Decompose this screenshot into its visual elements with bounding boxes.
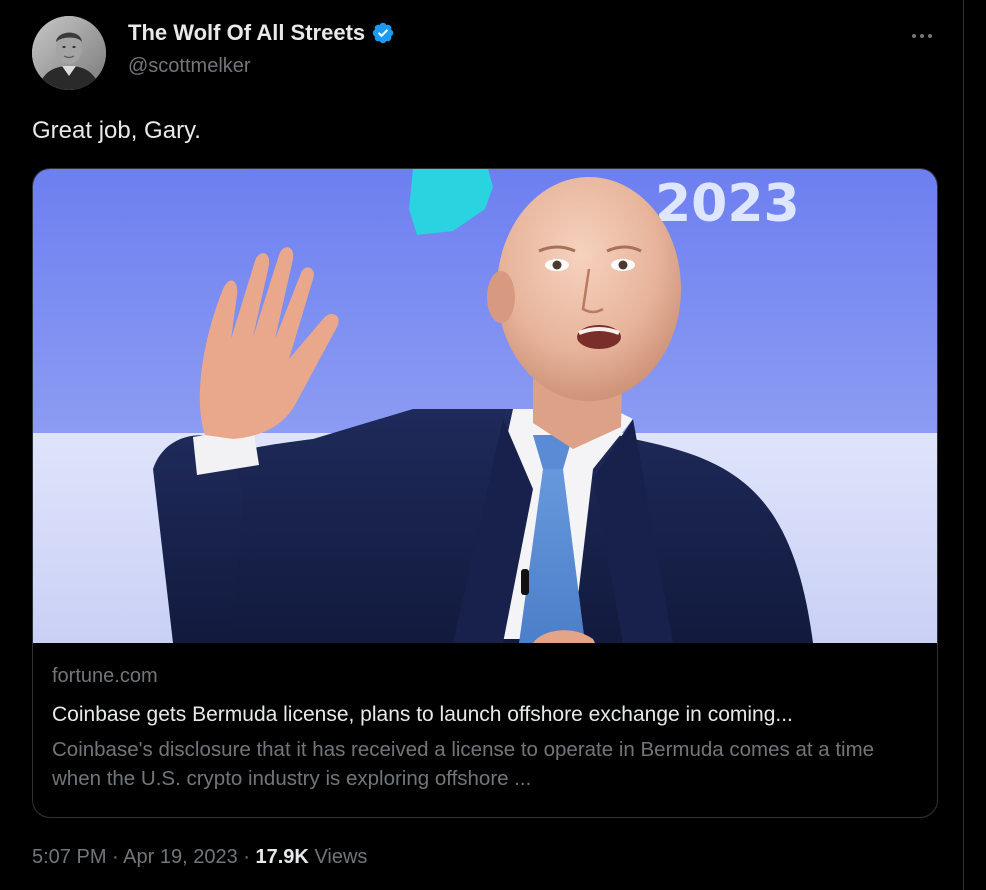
card-domain[interactable]: fortune.com [52,665,158,688]
avatar-image [32,16,106,90]
views-label: Views [314,846,368,868]
banner-year-text: 2023 [655,174,800,234]
more-horizontal-icon[interactable] [906,24,938,48]
link-card[interactable]: 2023 fortune.com Coinbase gets Bermuda l… [32,168,938,818]
author-handle[interactable]: @scottmelker [128,55,251,78]
tweet-text: Great job, Gary. [32,117,201,144]
card-description[interactable]: Coinbase's disclosure that it has receiv… [52,735,912,793]
tweet-date[interactable]: Apr 19, 2023 [123,846,238,868]
card-title[interactable]: Coinbase gets Bermuda license, plans to … [52,703,922,727]
tweet-time[interactable]: 5:07 PM [32,846,106,868]
author-display-name[interactable]: The Wolf Of All Streets [128,20,395,46]
author-name-text[interactable]: The Wolf Of All Streets [128,20,365,46]
views-count[interactable]: 17.9K [256,846,309,868]
tweet-meta: 5:07 PM · Apr 19, 2023 · 17.9K Views [32,846,367,869]
meta-separator: · [112,846,119,868]
card-image[interactable]: 2023 [33,169,937,643]
tweet[interactable]: The Wolf Of All Streets @scottmelker Gre… [0,0,964,890]
avatar[interactable] [32,16,106,90]
verified-badge-icon [372,22,394,44]
meta-separator: · [243,846,250,868]
